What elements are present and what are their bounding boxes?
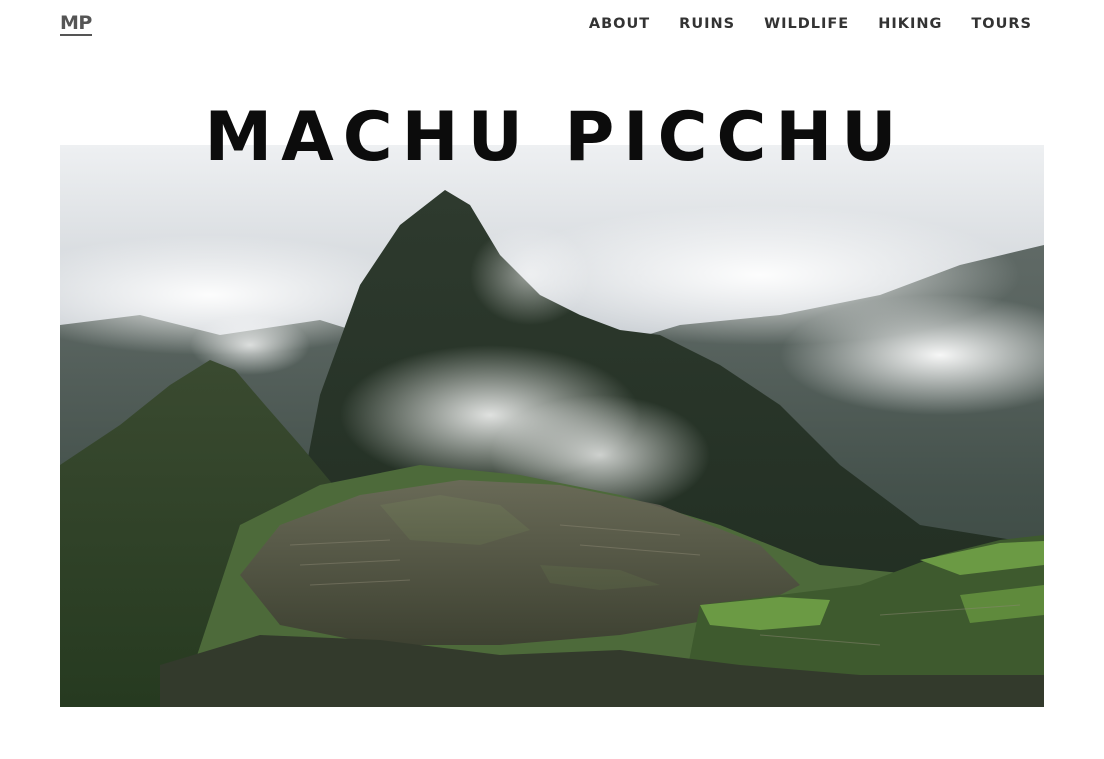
main-nav: ABOUT RUINS WILDLIFE HIKING TOURS bbox=[560, 15, 1032, 33]
logo-underline bbox=[60, 34, 92, 36]
nav-tours[interactable]: TOURS bbox=[971, 15, 1032, 33]
nav-hiking[interactable]: HIKING bbox=[878, 15, 942, 33]
nav-ruins[interactable]: RUINS bbox=[679, 15, 735, 33]
logo-text: MP bbox=[60, 12, 92, 34]
site-logo[interactable]: MP bbox=[60, 12, 93, 38]
mountain-photo-icon bbox=[60, 145, 1044, 707]
nav-wildlife[interactable]: WILDLIFE bbox=[764, 15, 849, 33]
page-title: MACHU PICCHU bbox=[204, 98, 906, 177]
nav-about[interactable]: ABOUT bbox=[589, 15, 650, 33]
hero-image bbox=[60, 145, 1044, 707]
